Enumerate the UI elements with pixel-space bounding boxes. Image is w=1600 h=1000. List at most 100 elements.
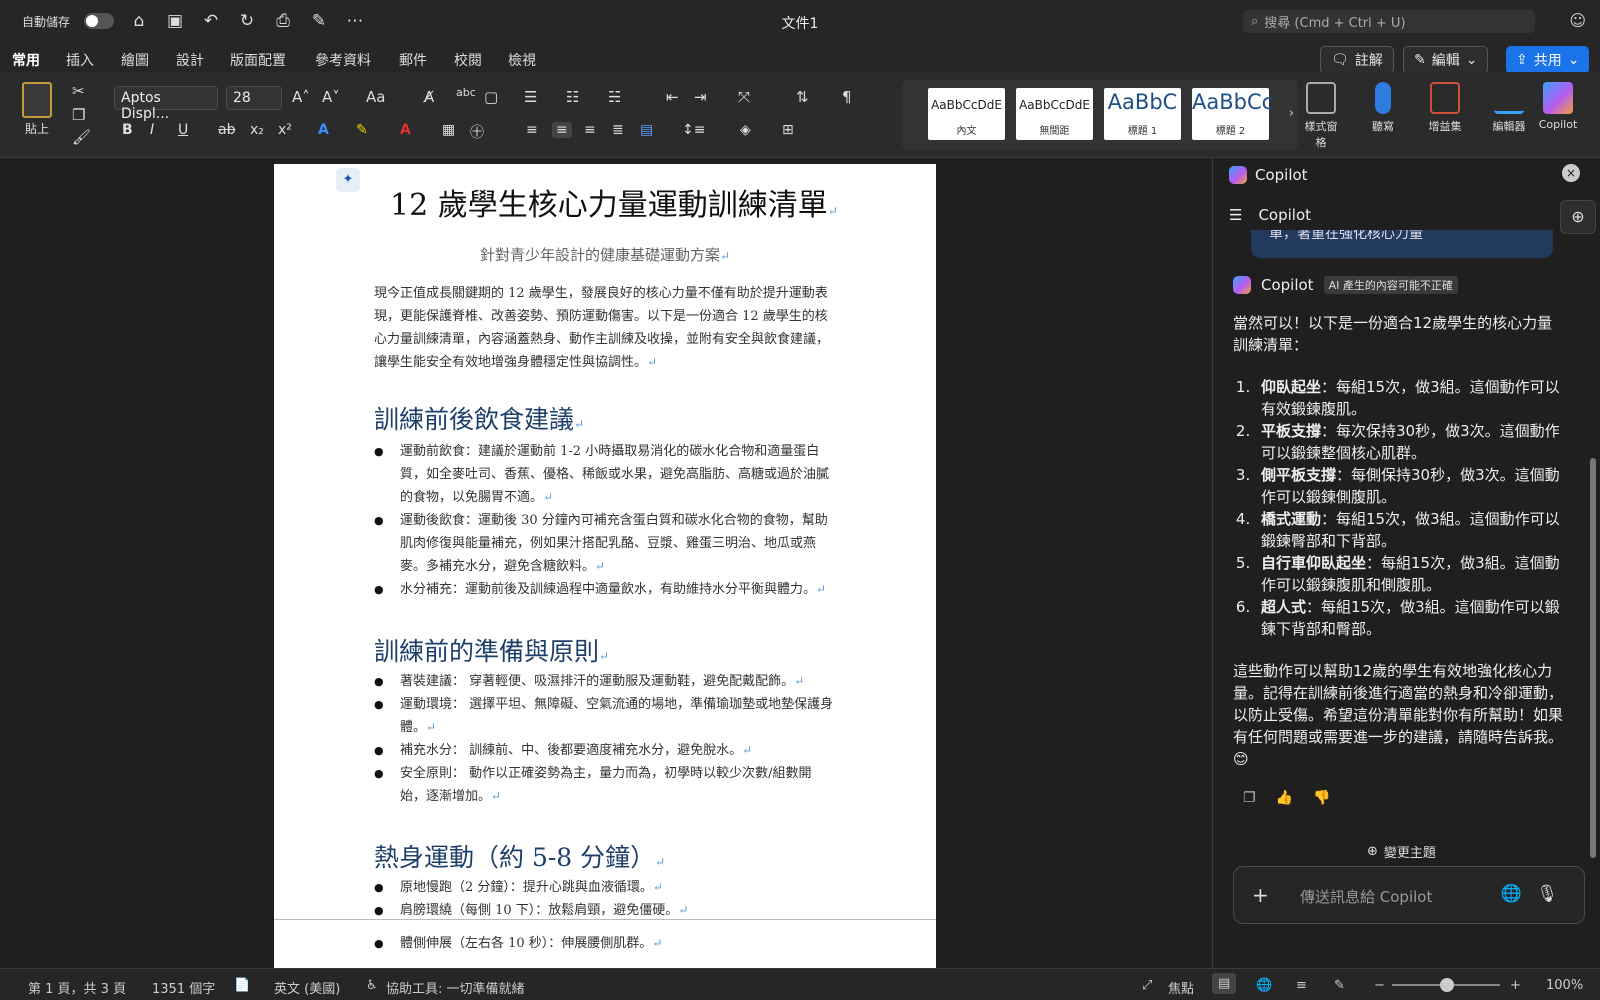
shading-icon[interactable]: ◈ (740, 122, 751, 138)
zoom-out-icon[interactable]: − (1374, 978, 1385, 993)
editor-button[interactable]: 編輯器 (1488, 82, 1530, 134)
addins-button[interactable]: 增益集 (1424, 82, 1466, 134)
autosave-toggle[interactable] (84, 13, 115, 29)
style-normal[interactable]: AaBbCcDdE 內文 (928, 88, 1005, 140)
align-left-icon[interactable]: ≡ (526, 122, 538, 138)
cut-icon[interactable]: ✂ (72, 82, 85, 100)
copilot-message-input[interactable]: + 傳送訊息給 Copilot 🌐 🎙 (1233, 866, 1585, 924)
close-icon[interactable]: × (1562, 164, 1580, 182)
copilot-draft-icon[interactable]: ✦ (336, 168, 360, 192)
copy-icon[interactable]: ❐ (72, 106, 85, 124)
thumbs-up-icon[interactable]: 👍 (1276, 790, 1293, 806)
underline-icon[interactable]: U (178, 122, 188, 138)
style-heading-1[interactable]: AaBbC 標題 1 (1104, 88, 1181, 140)
grow-font-icon[interactable]: A˄ (292, 88, 310, 106)
copilot-ribbon-button[interactable]: Copilot (1534, 82, 1582, 131)
font-name-select[interactable]: Aptos Displ... (114, 86, 218, 122)
style-heading-2[interactable]: AaBbCc 標題 2 (1192, 88, 1273, 140)
align-center-icon[interactable]: ≡ (552, 122, 572, 138)
tab-insert[interactable]: 插入 (66, 50, 94, 70)
strikethrough-icon[interactable]: ab (218, 122, 235, 138)
print-layout-icon[interactable]: ▤ (1212, 973, 1237, 994)
style-no-spacing[interactable]: AaBbCcDdE 無間距 (1016, 88, 1093, 140)
home-icon[interactable]: ⌂ (128, 11, 150, 31)
focus-icon[interactable]: ⤢ (1142, 978, 1152, 993)
chevron-right-icon[interactable]: › (1289, 106, 1294, 121)
shrink-font-icon[interactable]: A˅ (322, 88, 340, 106)
draft-view-icon[interactable]: ✎ (1334, 978, 1345, 993)
save-icon[interactable]: ▣ (164, 11, 186, 31)
zoom-in-icon[interactable]: + (1510, 978, 1521, 993)
copy-icon[interactable]: ❐ (1243, 790, 1256, 806)
tab-review[interactable]: 校閱 (454, 50, 482, 70)
more-icon[interactable]: ⋯ (344, 11, 366, 31)
focus-label[interactable]: 焦點 (1168, 978, 1194, 997)
tab-draw[interactable]: 繪圖 (121, 50, 149, 70)
scrollbar[interactable] (1590, 458, 1596, 858)
undo-icon[interactable]: ↶ (200, 11, 222, 31)
language-status[interactable]: 英文 (美國) (274, 978, 340, 997)
document-page[interactable]: ✦ 12 歲學生核心力量運動訓練清單↵ 針對青少年設計的健康基礎運動方案↵ 現今… (274, 164, 936, 968)
thumbs-down-icon[interactable]: 👎 (1313, 790, 1330, 806)
phonetic-icon[interactable]: abc (456, 86, 476, 99)
italic-icon[interactable]: I (150, 122, 154, 138)
superscript-icon[interactable]: x² (278, 122, 292, 138)
clear-format-icon[interactable]: A̸ (424, 88, 434, 106)
text-direction-icon[interactable]: ⤧ (738, 88, 750, 106)
font-color-icon[interactable]: A (400, 122, 411, 138)
change-case-icon[interactable]: Aa (366, 88, 385, 106)
save-as-icon[interactable]: ✎ (308, 11, 330, 31)
web-layout-icon[interactable]: 🌐 (1256, 978, 1272, 993)
text-effects-icon[interactable]: A (318, 122, 329, 138)
align-right-icon[interactable]: ≡ (584, 122, 596, 138)
tab-mailings[interactable]: 郵件 (399, 50, 427, 70)
zoom-slider-thumb[interactable] (1440, 978, 1454, 992)
justify-icon[interactable]: ≣ (612, 122, 624, 138)
redo-icon[interactable]: ↻ (236, 11, 258, 31)
multilevel-list-icon[interactable]: ☵ (608, 88, 621, 106)
decrease-indent-icon[interactable]: ⇤ (666, 88, 679, 106)
change-topic-button[interactable]: ⊕ 變更主題 (1367, 842, 1436, 861)
tab-home[interactable]: 常用 (12, 50, 40, 76)
menu-icon[interactable]: ☰ (1229, 206, 1242, 224)
highlight-icon[interactable]: ✎ (356, 122, 368, 138)
line-spacing-icon[interactable]: ↕≡ (682, 122, 705, 138)
search-input[interactable]: ⌕ 搜尋 (Cmd + Ctrl + U) (1243, 10, 1535, 33)
page-count[interactable]: 第 1 頁，共 3 頁 (28, 978, 126, 997)
paste-button[interactable]: 貼上 (14, 82, 60, 137)
tab-design[interactable]: 設計 (176, 50, 204, 70)
font-size-select[interactable]: 28 (226, 86, 282, 110)
show-formatting-icon[interactable]: ¶ (842, 88, 852, 106)
editing-button[interactable]: ✎ 編輯 ⌄ (1403, 46, 1489, 74)
new-chat-icon[interactable]: ⊕ (1560, 200, 1596, 234)
borders-icon[interactable]: ⊞ (782, 122, 794, 138)
tab-references[interactable]: 參考資料 (315, 50, 371, 70)
distributed-icon[interactable]: ▤ (640, 122, 653, 138)
plus-icon[interactable]: + (1252, 883, 1269, 907)
zoom-level[interactable]: 100% (1546, 978, 1583, 993)
accessibility-status[interactable]: 協助工具: 一切準備就緒 (386, 978, 525, 997)
dictate-button[interactable]: 聽寫 (1362, 82, 1404, 134)
proofing-icon[interactable]: 📄 (234, 978, 250, 993)
bold-icon[interactable]: B (122, 122, 133, 138)
styles-pane-button[interactable]: 樣式窗格 (1300, 82, 1342, 150)
print-icon[interactable]: ⎙ (272, 11, 294, 31)
accessibility-icon[interactable]: ♿ (366, 978, 378, 993)
enclose-char-icon[interactable]: ㊉ (470, 122, 484, 142)
tab-layout[interactable]: 版面配置 (230, 50, 286, 70)
format-painter-icon[interactable]: 🖌 (72, 128, 91, 146)
subscript-icon[interactable]: x₂ (250, 122, 264, 138)
word-count[interactable]: 1351 個字 (152, 978, 215, 997)
share-button[interactable]: ⇪ 共用 ⌄ (1506, 46, 1590, 74)
comments-button[interactable]: 🗨 註解 (1320, 46, 1394, 74)
numbering-icon[interactable]: ☷ (566, 88, 579, 106)
bullets-icon[interactable]: ☰ (524, 88, 537, 106)
account-icon[interactable]: ☺ (1569, 11, 1586, 30)
tab-view[interactable]: 檢視 (508, 50, 536, 70)
increase-indent-icon[interactable]: ⇥ (694, 88, 707, 106)
sort-icon[interactable]: ⇅ (796, 88, 809, 106)
char-shading-icon[interactable]: ▦ (442, 122, 455, 138)
outline-view-icon[interactable]: ≡ (1296, 978, 1307, 993)
char-border-icon[interactable]: ▢ (484, 88, 498, 106)
microphone-icon[interactable]: 🎙 (1536, 884, 1558, 904)
